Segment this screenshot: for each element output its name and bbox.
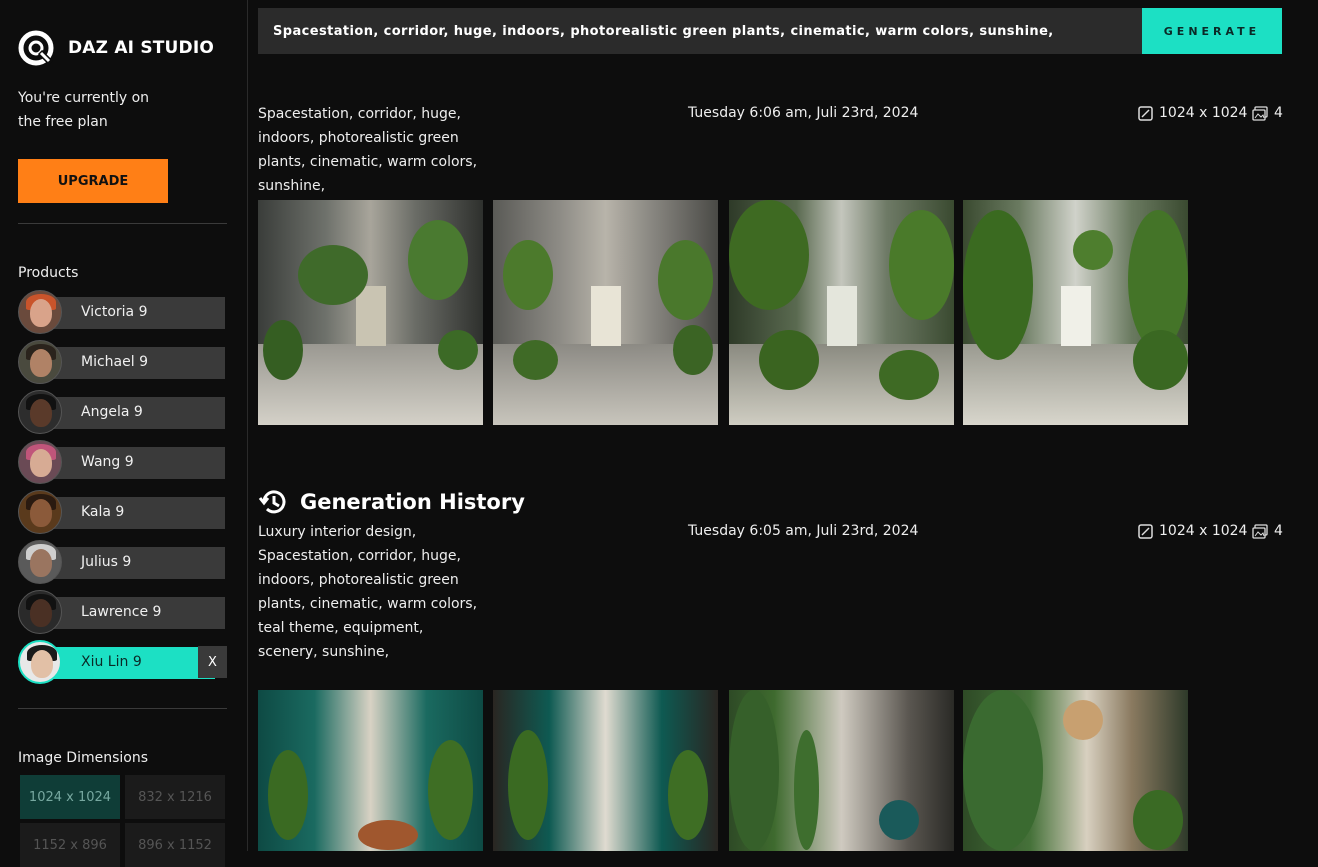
history-image[interactable]: [729, 690, 954, 851]
products-label: Products: [18, 265, 79, 281]
product-label: Julius 9: [81, 554, 132, 570]
product-label: Wang 9: [81, 454, 134, 470]
count-value: 4: [1274, 105, 1283, 121]
history-image[interactable]: [963, 690, 1188, 851]
divider: [18, 708, 227, 709]
dimensions-label: Image Dimensions: [18, 750, 149, 766]
brand-name: DAZ AI STUDIO: [68, 38, 215, 58]
lawrence-avatar: [18, 590, 62, 634]
daz-logo-icon: [18, 30, 54, 66]
product-item-kala[interactable]: Kala 9: [18, 490, 227, 536]
history-icon: [258, 490, 286, 514]
product-label: Angela 9: [81, 404, 143, 420]
generation-count: 4: [1252, 105, 1283, 121]
history-image[interactable]: [258, 690, 483, 851]
history-resolution: 1024 x 1024: [1138, 523, 1247, 539]
remove-product-button[interactable]: X: [198, 646, 227, 678]
images-count-icon: [1252, 105, 1268, 121]
product-item-michael[interactable]: Michael 9: [18, 340, 227, 386]
resolution-value: 1024 x 1024: [1159, 105, 1248, 121]
angela-avatar: [18, 390, 62, 434]
plan-line-2: the free plan: [18, 114, 108, 130]
history-title: Generation History: [300, 490, 525, 514]
julius-avatar: [18, 540, 62, 584]
product-label: Victoria 9: [81, 304, 148, 320]
dimension-option[interactable]: 896 x 1152: [125, 823, 225, 867]
kala-avatar: [18, 490, 62, 534]
count-value: 4: [1274, 523, 1283, 539]
history-count: 4: [1252, 523, 1283, 539]
product-label: Michael 9: [81, 354, 148, 370]
generate-button[interactable]: GENERATE: [1142, 8, 1282, 54]
generation-date: Tuesday 6:06 am, Juli 23rd, 2024: [688, 105, 919, 121]
product-item-xiu-lin[interactable]: Xiu Lin 9: [18, 640, 227, 686]
prompt-input[interactable]: [258, 8, 1142, 54]
product-item-wang[interactable]: Wang 9: [18, 440, 227, 486]
product-label: Xiu Lin 9: [81, 654, 142, 670]
resolution-value: 1024 x 1024: [1159, 523, 1248, 539]
xiu-lin-avatar: [18, 640, 62, 684]
generated-image[interactable]: [258, 200, 483, 425]
images-count-icon: [1252, 523, 1268, 539]
plan-line-1: You're currently on: [18, 90, 150, 106]
wang-avatar: [18, 440, 62, 484]
resolution-icon: [1138, 523, 1153, 539]
product-label: Kala 9: [81, 504, 125, 520]
brand-logo[interactable]: DAZ AI STUDIO: [18, 30, 214, 66]
prompt-bar: GENERATE: [258, 8, 1282, 54]
product-label: Lawrence 9: [81, 604, 162, 620]
product-bar: [40, 497, 225, 529]
history-header: Generation History: [258, 486, 525, 518]
generated-image[interactable]: [493, 200, 718, 425]
history-prompt: Luxury interior design, Spacestation, co…: [258, 524, 478, 660]
dimension-option[interactable]: 832 x 1216: [125, 775, 225, 819]
victoria-avatar: [18, 290, 62, 334]
generated-image[interactable]: [963, 200, 1188, 425]
history-date: Tuesday 6:05 am, Juli 23rd, 2024: [688, 523, 919, 539]
dimension-option[interactable]: 1152 x 896: [20, 823, 120, 867]
plan-status: You're currently on the free plan: [18, 86, 198, 134]
product-item-lawrence[interactable]: Lawrence 9: [18, 590, 227, 636]
history-image[interactable]: [493, 690, 718, 851]
generation-prompt: Spacestation, corridor, huge, indoors, p…: [258, 106, 478, 194]
resolution-icon: [1138, 105, 1153, 121]
divider: [18, 223, 227, 224]
sidebar: DAZ AI STUDIO You're currently on the fr…: [0, 0, 248, 867]
product-item-angela[interactable]: Angela 9: [18, 390, 227, 436]
product-bar: [40, 547, 225, 579]
upgrade-button[interactable]: UPGRADE: [18, 159, 168, 203]
product-item-julius[interactable]: Julius 9: [18, 540, 227, 586]
michael-avatar: [18, 340, 62, 384]
product-item-victoria[interactable]: Victoria 9: [18, 290, 227, 336]
generated-image[interactable]: [729, 200, 954, 425]
generation-resolution: 1024 x 1024: [1138, 105, 1247, 121]
dimension-option[interactable]: 1024 x 1024: [20, 775, 120, 819]
